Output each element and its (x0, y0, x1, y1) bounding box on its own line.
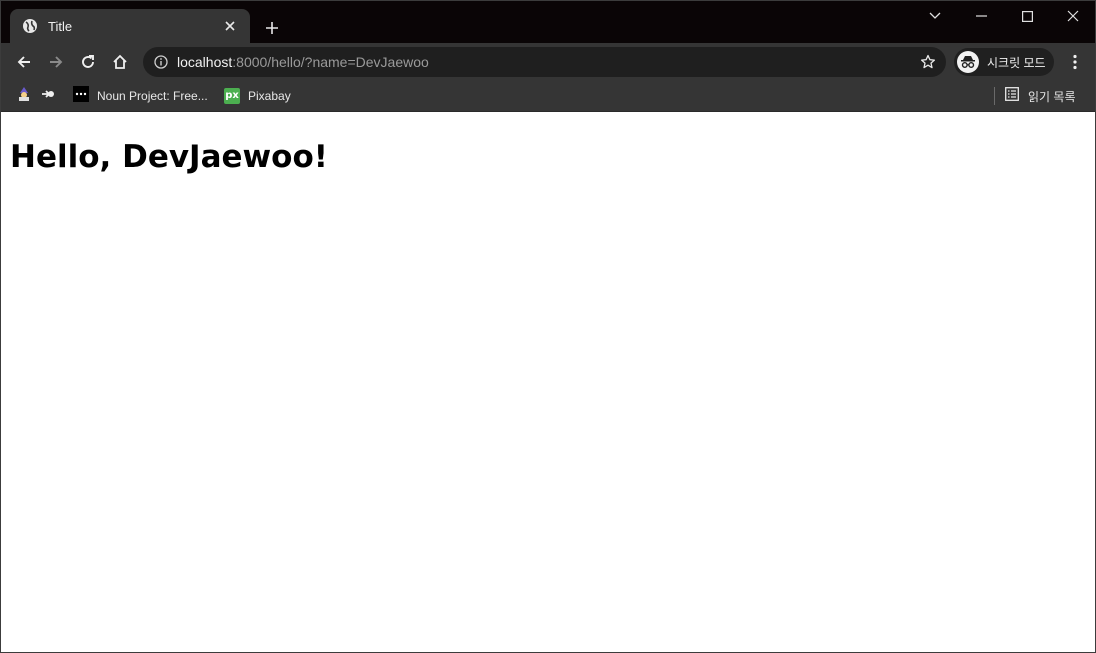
reading-list-button[interactable]: 읽기 목록 (1005, 85, 1076, 107)
tab-active[interactable]: Title (10, 9, 250, 43)
minimize-button[interactable] (958, 1, 1004, 31)
reload-button[interactable] (74, 48, 102, 76)
incognito-label: 시크릿 모드 (987, 55, 1046, 70)
bookmark-label: Pixabay (248, 89, 291, 103)
back-button[interactable] (10, 48, 38, 76)
noun-project-icon (73, 85, 89, 107)
reading-list-label: 읽기 목록 (1028, 89, 1076, 104)
address-bar[interactable]: localhost:8000/hello/?name=DevJaewoo (143, 47, 946, 77)
home-button[interactable] (106, 48, 134, 76)
bookmark-label: Noun Project: Free... (97, 89, 208, 103)
browser-window: Title localhost:8000/hello/?name=DevJaew… (0, 0, 1096, 653)
page-heading: Hello, DevJaewoo! (10, 139, 328, 175)
bookmark-noun-project[interactable]: Noun Project: Free... (73, 85, 208, 107)
tab-search-icon[interactable] (912, 1, 958, 31)
incognito-indicator[interactable]: 시크릿 모드 (954, 48, 1054, 76)
bookmarks-divider (994, 87, 995, 105)
url-text[interactable]: localhost:8000/hello/?name=DevJaewoo (177, 54, 429, 70)
more-menu-icon[interactable] (1063, 48, 1087, 76)
new-tab-button[interactable] (259, 15, 285, 41)
url-path: :8000/hello/?name=DevJaewoo (232, 54, 429, 70)
bookmarks-bar: Noun Project: Free... px Pixabay 읽기 목록 (1, 81, 1095, 112)
maximize-button[interactable] (1004, 1, 1050, 31)
reading-list-icon (1005, 86, 1019, 106)
arrow-in-icon (41, 87, 55, 106)
close-window-button[interactable] (1050, 1, 1095, 31)
close-tab-icon[interactable] (220, 16, 240, 36)
info-icon[interactable] (153, 54, 169, 70)
pixabay-icon-text: px (225, 90, 239, 101)
page-content: Hello, DevJaewoo! (1, 113, 1095, 652)
wizard-icon (16, 86, 32, 107)
bookmark-pixabay[interactable]: px Pixabay (224, 85, 291, 107)
tab-title: Title (48, 18, 73, 34)
bookmark-item[interactable] (16, 85, 32, 107)
toolbar: localhost:8000/hello/?name=DevJaewoo 시크릿… (1, 43, 1095, 81)
tab-strip: Title (1, 1, 1095, 43)
forward-button[interactable] (42, 48, 70, 76)
bookmark-item[interactable] (41, 85, 55, 107)
bookmark-star-icon[interactable] (920, 54, 936, 70)
pixabay-icon: px (224, 88, 240, 104)
incognito-icon (957, 51, 979, 73)
globe-icon (22, 18, 38, 34)
url-host: localhost (177, 54, 233, 70)
